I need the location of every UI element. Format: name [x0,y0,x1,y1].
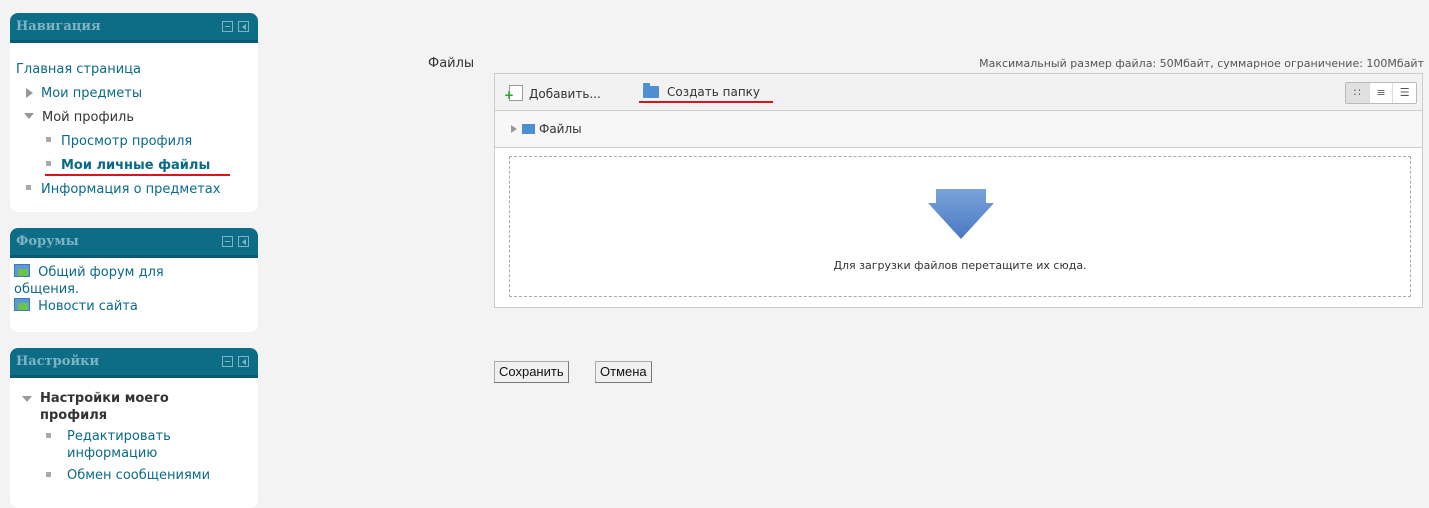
dock-block-icon[interactable] [238,21,249,32]
settings-item-label: Настройки моего профиля [40,391,169,423]
forum-icon [14,264,30,277]
forums-block-header: Форумы [10,228,258,258]
nav-item-my-private-files[interactable]: Мои личные файлы [10,154,258,178]
navigation-list: Главная страница Мои предметы Мой профил… [10,43,258,208]
create-folder-label: Создать папку [667,85,761,99]
nav-item-label: Мой профиль [42,110,134,125]
view-icons-icon[interactable]: ∷ [1346,83,1370,103]
navigation-block-title: Навигация [16,19,101,34]
cancel-button[interactable]: Отмена [595,361,652,383]
forums-block-title: Форумы [16,234,79,249]
expand-down-icon [22,396,32,402]
bullet-icon [46,161,51,166]
forum-item-news[interactable]: Новости сайта [14,298,258,315]
navigation-block: Навигация Главная страница Мои предметы … [10,13,258,212]
add-file-button[interactable]: Добавить... [504,85,601,102]
save-button[interactable]: Сохранить [494,361,569,383]
settings-item-edit-info[interactable]: Редактировать информацию [10,428,258,462]
nav-item-label: Главная страница [16,62,141,77]
dock-block-icon[interactable] [238,236,249,247]
nav-item-my-courses[interactable]: Мои предметы [10,82,258,106]
hide-block-icon[interactable] [222,236,233,247]
settings-item-label: Обмен сообщениями [67,468,211,483]
max-size-info: Максимальный размер файла: 50Мбайт, сумм… [979,57,1424,70]
expand-right-icon[interactable] [511,125,517,133]
forums-list: Общий форум для общения. Новости сайта [10,258,258,315]
expand-right-icon [26,88,33,98]
forum-item-general[interactable]: Общий форум для общения. [14,264,204,298]
settings-item-profile-settings[interactable]: Настройки моего профиля [10,390,258,424]
highlight-underline [45,174,230,176]
nav-item-label: Мои предметы [41,86,143,101]
settings-block: Настройки Настройки моего профиля Редакт… [10,348,258,508]
settings-item-label: Редактировать информацию [67,429,171,461]
folder-icon [643,83,659,98]
dock-block-icon[interactable] [238,356,249,367]
bullet-icon [46,137,51,142]
add-file-icon [504,85,523,102]
nav-item-my-profile[interactable]: Мой профиль [10,106,258,130]
file-manager-toolbar: Добавить... Создать папку ∷ ≡ ☰ [495,74,1422,111]
highlight-underline [639,101,773,103]
view-tree-icon[interactable]: ☰ [1393,83,1416,103]
drop-zone[interactable]: Для загрузки файлов перетащите их сюда. [509,156,1411,297]
nav-item-label: Информация о предметах [41,182,221,197]
settings-block-header: Настройки [10,348,258,378]
view-list-icon[interactable]: ≡ [1370,83,1394,103]
forums-block: Форумы Общий форум для общения. Новости … [10,228,258,332]
bullet-icon [46,472,51,477]
nav-item-label: Мои личные файлы [61,158,211,173]
settings-list: Настройки моего профиля Редактировать ин… [10,378,258,484]
expand-down-icon [24,113,34,119]
settings-block-title: Настройки [16,354,100,369]
hide-block-icon[interactable] [222,356,233,367]
nav-item-label: Просмотр профиля [61,134,193,149]
drop-arrow-icon [928,189,994,239]
bullet-icon [46,433,51,438]
hide-block-icon[interactable] [222,21,233,32]
create-folder-button[interactable]: Создать папку [643,83,761,99]
drop-zone-text: Для загрузки файлов перетащите их сюда. [833,259,1087,272]
add-file-label: Добавить... [529,87,601,101]
settings-item-messaging[interactable]: Обмен сообщениями [10,467,258,484]
file-manager: Добавить... Создать папку ∷ ≡ ☰ Файлы Дл… [494,73,1423,308]
path-folder-label[interactable]: Файлы [539,122,582,136]
forum-item-label: Новости сайта [38,299,138,314]
bullet-icon [26,185,31,190]
navigation-block-header: Навигация [10,13,258,43]
view-switcher: ∷ ≡ ☰ [1345,82,1417,104]
files-field-label: Файлы [428,56,475,71]
file-manager-path: Файлы [495,111,1422,148]
forum-icon [14,298,30,311]
forum-item-label: Общий форум для общения. [14,265,164,297]
nav-item-home[interactable]: Главная страница [10,58,258,82]
nav-item-course-info[interactable]: Информация о предметах [10,178,258,202]
folder-icon [522,124,535,134]
nav-item-view-profile[interactable]: Просмотр профиля [10,130,258,154]
